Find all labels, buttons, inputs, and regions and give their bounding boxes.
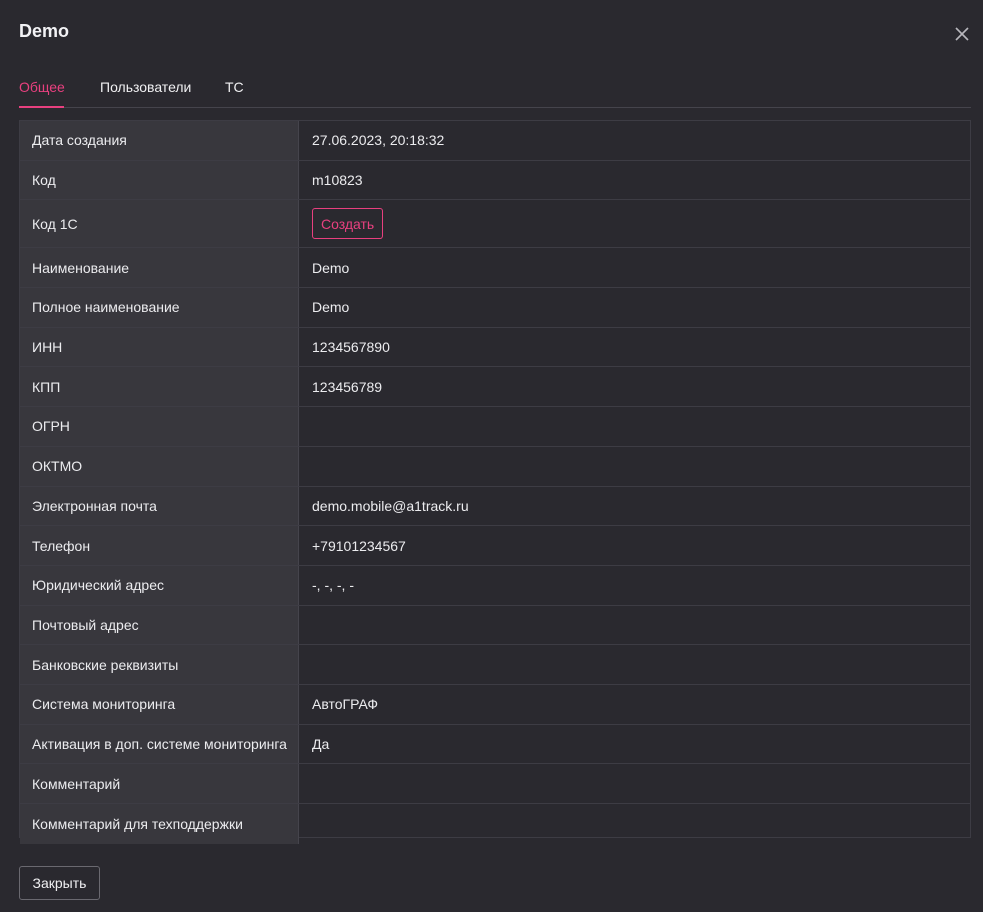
- field-label: ИНН: [20, 327, 299, 367]
- field-label: КПП: [20, 367, 299, 407]
- field-value: Demo: [312, 259, 350, 276]
- row-full-name: Полное наименование Demo: [20, 288, 970, 328]
- row-kpp: КПП 123456789: [20, 367, 970, 408]
- field-value: 123456789: [312, 378, 383, 395]
- field-value: [299, 606, 970, 645]
- row-postal-address: Почтовый адрес: [20, 605, 970, 646]
- dialog-title: Demo: [19, 21, 70, 41]
- row-activation: Активация в доп. системе мониторинга Да: [20, 724, 970, 765]
- field-value: [299, 447, 970, 486]
- tab-users[interactable]: Пользователи: [100, 68, 191, 108]
- field-label: Юридический адрес: [20, 565, 299, 605]
- field-label: Полное наименование: [20, 288, 299, 327]
- field-label: Электронная почта: [20, 486, 299, 526]
- field-label: Код: [20, 160, 299, 200]
- field-value: [299, 764, 970, 803]
- row-monitoring-system: Система мониторинга АвтоГРАФ: [20, 684, 970, 725]
- details-table: Дата создания 27.06.2023, 20:18:32 Код m…: [19, 120, 971, 844]
- row-oktmo: ОКТМО: [20, 446, 970, 487]
- tab-vehicles[interactable]: ТС: [225, 68, 244, 108]
- field-value: m10823: [312, 172, 363, 189]
- close-button[interactable]: Закрыть: [19, 866, 100, 900]
- row-code: Код m10823: [20, 160, 970, 201]
- field-label: Активация в доп. системе мониторинга: [20, 724, 299, 764]
- field-value: Создать: [299, 200, 970, 247]
- field-value: [299, 645, 970, 684]
- field-value: [299, 804, 970, 844]
- field-label: Банковские реквизиты: [20, 645, 299, 684]
- row-bank-details: Банковские реквизиты: [20, 645, 970, 685]
- field-label: Система мониторинга: [20, 684, 299, 724]
- row-code-1c: Код 1С Создать: [20, 200, 970, 249]
- close-icon[interactable]: [952, 24, 972, 44]
- field-value: Demo: [312, 299, 350, 316]
- field-label: Телефон: [20, 526, 299, 565]
- tab-bar: Общее Пользователи ТС: [19, 68, 971, 108]
- field-value: 1234567890: [312, 339, 390, 356]
- tab-general[interactable]: Общее: [19, 68, 65, 108]
- row-inn: ИНН 1234567890: [20, 327, 970, 368]
- row-email: Электронная почта demo.mobile@a1track.ru: [20, 486, 970, 527]
- field-label: Почтовый адрес: [20, 605, 299, 645]
- row-phone: Телефон +79101234567: [20, 526, 970, 566]
- row-name: Наименование Demo: [20, 248, 970, 289]
- field-label: Дата создания: [20, 121, 299, 160]
- field-value: -, -, -, -: [312, 577, 354, 594]
- row-ogrn: ОГРН: [20, 407, 970, 447]
- organization-dialog: Demo Общее Пользователи ТС Дата создания…: [0, 0, 983, 912]
- field-value: АвтоГРАФ: [312, 696, 379, 713]
- row-created: Дата создания 27.06.2023, 20:18:32: [20, 121, 970, 161]
- create-button[interactable]: Создать: [312, 208, 384, 240]
- field-label: ОКТМО: [20, 446, 299, 486]
- field-label: Код 1С: [20, 200, 299, 248]
- row-support-comment: Комментарий для техподдержки: [20, 804, 970, 844]
- row-legal-address: Юридический адрес -, -, -, -: [20, 565, 970, 606]
- row-comment: Комментарий: [20, 764, 970, 804]
- field-value: +79101234567: [312, 537, 406, 554]
- field-label: Комментарий: [20, 764, 299, 803]
- field-label: ОГРН: [20, 407, 299, 446]
- field-label: Комментарий для техподдержки: [20, 804, 299, 844]
- field-value: Да: [312, 735, 330, 752]
- field-value: [299, 407, 970, 446]
- field-label: Наименование: [20, 248, 299, 288]
- field-value: 27.06.2023, 20:18:32: [312, 132, 445, 149]
- field-value: demo.mobile@a1track.ru: [312, 497, 469, 514]
